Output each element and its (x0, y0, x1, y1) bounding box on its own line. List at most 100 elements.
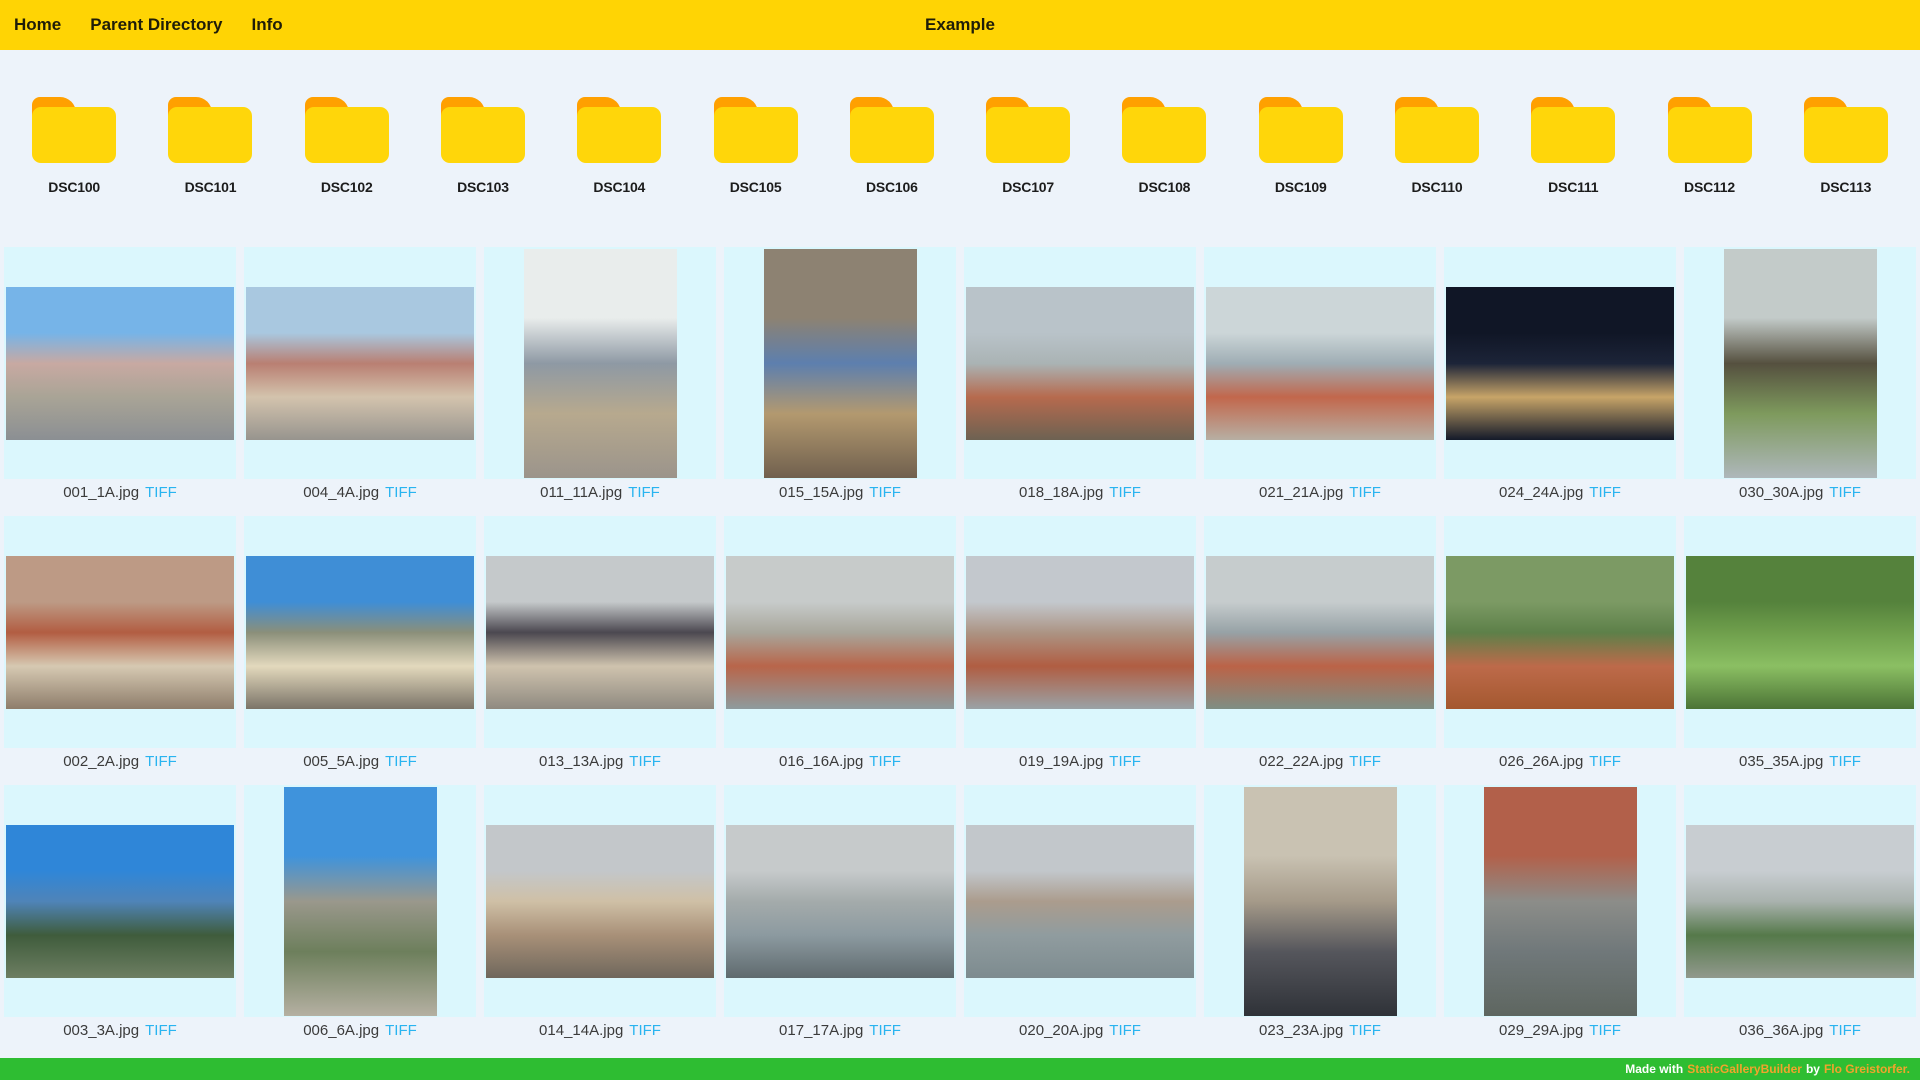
tiff-link[interactable]: TIFF (385, 1022, 417, 1039)
photo-thumbnail[interactable] (1446, 556, 1674, 709)
tiff-link[interactable]: TIFF (1829, 753, 1861, 770)
photo-thumbnail[interactable] (486, 825, 714, 978)
photo-card (724, 785, 956, 1017)
folder-item[interactable]: DSC113 (1778, 97, 1914, 195)
photo-thumbnail[interactable] (726, 556, 954, 709)
tiff-link[interactable]: TIFF (1109, 484, 1141, 501)
photo-filename: 014_14A.jpg (539, 1022, 623, 1039)
tiff-link[interactable]: TIFF (1109, 1022, 1141, 1039)
tiff-link[interactable]: TIFF (629, 1022, 661, 1039)
photo-thumbnail[interactable] (486, 556, 714, 709)
folder-label: DSC100 (48, 179, 100, 195)
photo-thumbnail[interactable] (1724, 249, 1877, 478)
footer-author-link[interactable]: Flo Greistorfer. (1824, 1062, 1910, 1076)
folder-item[interactable]: DSC105 (687, 97, 823, 195)
folder-label: DSC101 (185, 179, 237, 195)
photo-caption: 002_2A.jpgTIFF (63, 753, 177, 771)
gallery-cell: 036_36A.jpgTIFF (1680, 785, 1920, 1054)
photo-thumbnail[interactable] (284, 787, 437, 1016)
photo-thumbnail[interactable] (6, 825, 234, 978)
gallery-cell: 023_23A.jpg TIFF (1200, 785, 1440, 1054)
tiff-link[interactable]: TIFF (1589, 1022, 1621, 1039)
photo-thumbnail[interactable] (6, 287, 234, 440)
tiff-link[interactable]: TIFF (1829, 484, 1861, 501)
folder-icon (850, 97, 934, 163)
gallery-cell: 014_14A.jpg TIFF (480, 785, 720, 1054)
photo-thumbnail[interactable] (1484, 787, 1637, 1016)
tiff-link[interactable]: TIFF (1349, 1022, 1381, 1039)
photo-caption: 018_18A.jpgTIFF (1019, 484, 1141, 502)
folder-icon (714, 97, 798, 163)
tiff-link[interactable]: TIFF (1349, 484, 1381, 501)
photo-thumbnail[interactable] (726, 825, 954, 978)
tiff-link[interactable]: TIFF (385, 484, 417, 501)
photo-filename: 023_23A.jpg (1259, 1022, 1343, 1039)
photo-thumbnail[interactable] (966, 287, 1194, 440)
photo-thumbnail[interactable] (764, 249, 917, 478)
tiff-link[interactable]: TIFF (869, 1022, 901, 1039)
gallery-row: 003_3A.jpgTIFF 006_6A.jpgTIFF 014_14A.jp… (0, 785, 1920, 1054)
tiff-link[interactable]: TIFF (629, 753, 661, 770)
tiff-link[interactable]: TIFF (145, 1022, 177, 1039)
photo-gallery: 001_1A.jpgTIFF 004_4A.jpgTIFF 011_11A.jp… (0, 247, 1920, 1054)
folder-label: DSC112 (1684, 179, 1735, 195)
tiff-link[interactable]: TIFF (628, 484, 660, 501)
gallery-row: 002_2A.jpgTIFF 005_5A.jpgTIFF 013_13A.jp… (0, 516, 1920, 785)
folder-item[interactable]: DSC112 (1641, 97, 1777, 195)
footer-builder-link[interactable]: StaticGalleryBuilder (1687, 1062, 1802, 1076)
photo-caption: 023_23A.jpg TIFF (1259, 1022, 1381, 1040)
photo-thumbnail[interactable] (1686, 825, 1914, 978)
folder-item[interactable]: DSC100 (6, 97, 142, 195)
nav-link-parent-directory[interactable]: Parent Directory (90, 15, 222, 35)
photo-thumbnail[interactable] (1244, 787, 1397, 1016)
folder-item[interactable]: DSC108 (1096, 97, 1232, 195)
tiff-link[interactable]: TIFF (145, 484, 177, 501)
photo-thumbnail[interactable] (246, 556, 474, 709)
tiff-link[interactable]: TIFF (1829, 1022, 1861, 1039)
nav-link-home[interactable]: Home (14, 15, 61, 35)
folder-item[interactable]: DSC107 (960, 97, 1096, 195)
tiff-link[interactable]: TIFF (145, 753, 177, 770)
folder-item[interactable]: DSC111 (1505, 97, 1641, 195)
photo-filename: 029_29A.jpg (1499, 1022, 1583, 1039)
photo-thumbnail[interactable] (1206, 287, 1434, 440)
photo-card (1444, 785, 1676, 1017)
photo-filename: 013_13A.jpg (539, 753, 623, 770)
folder-item[interactable]: DSC103 (415, 97, 551, 195)
gallery-cell: 030_30A.jpgTIFF (1680, 247, 1920, 516)
folder-item[interactable]: DSC104 (551, 97, 687, 195)
photo-thumbnail[interactable] (1446, 287, 1674, 440)
photo-card (244, 785, 476, 1017)
tiff-link[interactable]: TIFF (1589, 753, 1621, 770)
folder-item[interactable]: DSC101 (142, 97, 278, 195)
folder-icon (1804, 97, 1888, 163)
photo-card (484, 785, 716, 1017)
folder-icon (32, 97, 116, 163)
photo-thumbnail[interactable] (246, 287, 474, 440)
folder-item[interactable]: DSC110 (1369, 97, 1505, 195)
photo-thumbnail[interactable] (524, 249, 677, 478)
tiff-link[interactable]: TIFF (1109, 753, 1141, 770)
gallery-cell: 035_35A.jpgTIFF (1680, 516, 1920, 785)
tiff-link[interactable]: TIFF (1349, 753, 1381, 770)
folder-item[interactable]: DSC102 (279, 97, 415, 195)
folder-item[interactable]: DSC106 (824, 97, 960, 195)
tiff-link[interactable]: TIFF (1589, 484, 1621, 501)
tiff-link[interactable]: TIFF (869, 753, 901, 770)
nav-link-info[interactable]: Info (252, 15, 283, 35)
tiff-link[interactable]: TIFF (869, 484, 901, 501)
photo-thumbnail[interactable] (966, 556, 1194, 709)
photo-thumbnail[interactable] (966, 825, 1194, 978)
photo-caption: 026_26A.jpgTIFF (1499, 753, 1621, 771)
footer-bar: Made with StaticGalleryBuilder by Flo Gr… (0, 1058, 1920, 1080)
tiff-link[interactable]: TIFF (385, 753, 417, 770)
photo-thumbnail[interactable] (6, 556, 234, 709)
photo-caption: 019_19A.jpgTIFF (1019, 753, 1141, 771)
folder-label: DSC106 (866, 179, 918, 195)
photo-caption: 029_29A.jpg TIFF (1499, 1022, 1621, 1040)
folder-item[interactable]: DSC109 (1233, 97, 1369, 195)
photo-thumbnail[interactable] (1686, 556, 1914, 709)
photo-thumbnail[interactable] (1206, 556, 1434, 709)
photo-caption: 020_20A.jpgTIFF (1019, 1022, 1141, 1040)
folder-label: DSC111 (1548, 179, 1598, 195)
